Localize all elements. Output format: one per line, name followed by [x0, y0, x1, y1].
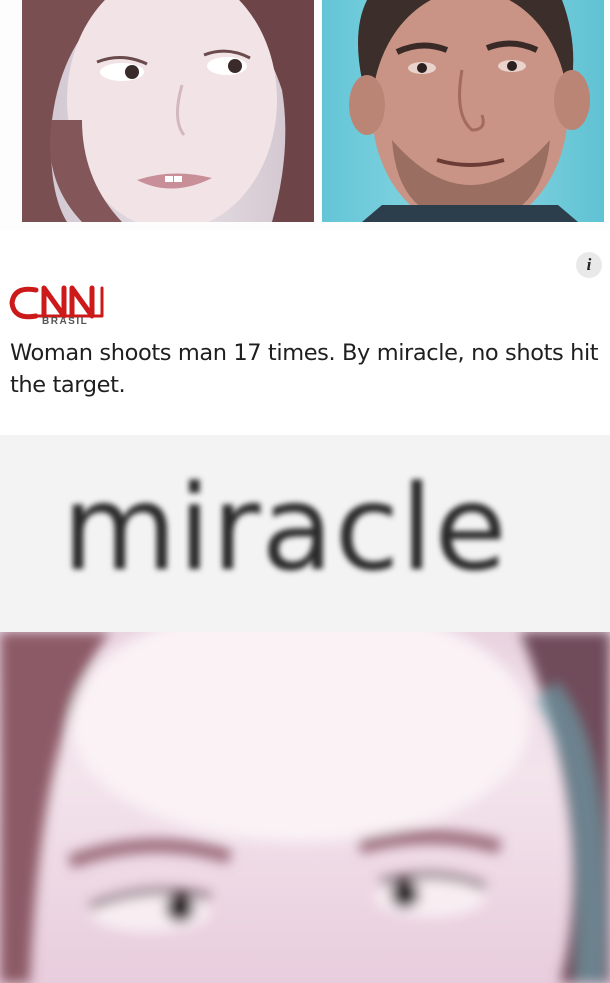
man-photo: [322, 0, 604, 222]
mugshot-photos: [0, 0, 610, 230]
woman-photo: [22, 0, 314, 222]
info-icon[interactable]: i: [576, 252, 602, 278]
headline[interactable]: Woman shoots man 17 times. By miracle, n…: [10, 337, 600, 401]
zoomed-face: [0, 632, 610, 983]
cnn-logo: [6, 276, 116, 336]
caption-panel: miracle: [0, 435, 610, 635]
caption-text: miracle: [62, 459, 508, 597]
brand-region: BRASIL: [42, 316, 89, 327]
